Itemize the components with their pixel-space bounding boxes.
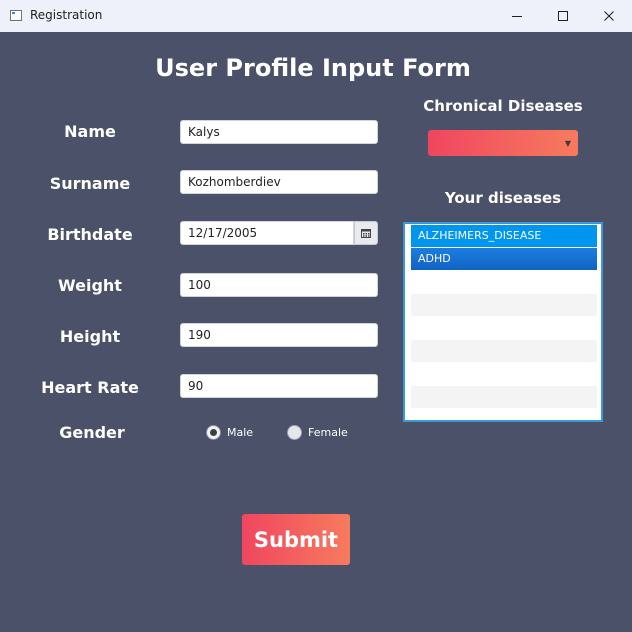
list-row-empty bbox=[411, 340, 597, 362]
close-icon bbox=[604, 11, 614, 21]
weight-input[interactable]: 100 bbox=[180, 273, 378, 297]
surname-input[interactable]: Kozhomberdiev bbox=[180, 170, 378, 194]
calendar-icon bbox=[361, 228, 371, 238]
list-row-empty bbox=[411, 386, 597, 408]
chevron-down-icon: ▼ bbox=[564, 138, 571, 148]
gender-female-option[interactable]: Female bbox=[287, 425, 348, 440]
name-input[interactable]: Kalys bbox=[180, 120, 378, 144]
female-label: Female bbox=[308, 426, 348, 439]
height-label: Height bbox=[59, 327, 121, 346]
submit-button[interactable]: Submit bbox=[242, 514, 350, 565]
form-title: User Profile Input Form bbox=[155, 54, 471, 82]
gender-label: Gender bbox=[59, 423, 125, 442]
female-radio[interactable] bbox=[287, 425, 302, 440]
window-title: Registration bbox=[30, 8, 103, 22]
title-bar: Registration bbox=[0, 0, 632, 32]
male-label: Male bbox=[227, 426, 254, 439]
close-button[interactable] bbox=[586, 0, 632, 32]
list-row-empty bbox=[411, 294, 597, 316]
chronic-diseases-title: Chronical Diseases bbox=[423, 97, 583, 115]
heart-rate-label: Heart Rate bbox=[41, 378, 139, 397]
birthdate-label: Birthdate bbox=[47, 225, 133, 244]
maximize-icon bbox=[558, 11, 568, 21]
list-item-alzheimers[interactable]: ALZHEIMERS_DISEASE bbox=[411, 225, 597, 247]
form-panel: User Profile Input Form Name Kalys Surna… bbox=[0, 32, 632, 632]
male-radio[interactable] bbox=[206, 425, 221, 440]
heart-rate-input[interactable]: 90 bbox=[180, 374, 378, 398]
minimize-button[interactable] bbox=[494, 0, 540, 32]
date-picker-button[interactable] bbox=[354, 221, 378, 245]
chronic-diseases-dropdown[interactable]: ▼ bbox=[428, 130, 578, 156]
birthdate-input[interactable]: 12/17/2005 bbox=[180, 221, 354, 245]
minimize-icon bbox=[512, 16, 522, 17]
radio-dot-icon bbox=[210, 429, 217, 436]
surname-label: Surname bbox=[49, 174, 131, 193]
your-diseases-title: Your diseases bbox=[444, 189, 562, 207]
maximize-button[interactable] bbox=[540, 0, 586, 32]
app-window-icon bbox=[10, 10, 22, 21]
diseases-list[interactable]: ALZHEIMERS_DISEASE ADHD bbox=[403, 222, 603, 422]
weight-label: Weight bbox=[58, 276, 122, 295]
height-input[interactable]: 190 bbox=[180, 323, 378, 347]
list-item-adhd[interactable]: ADHD bbox=[411, 248, 597, 270]
gender-male-option[interactable]: Male bbox=[206, 425, 253, 440]
name-label: Name bbox=[64, 122, 116, 141]
